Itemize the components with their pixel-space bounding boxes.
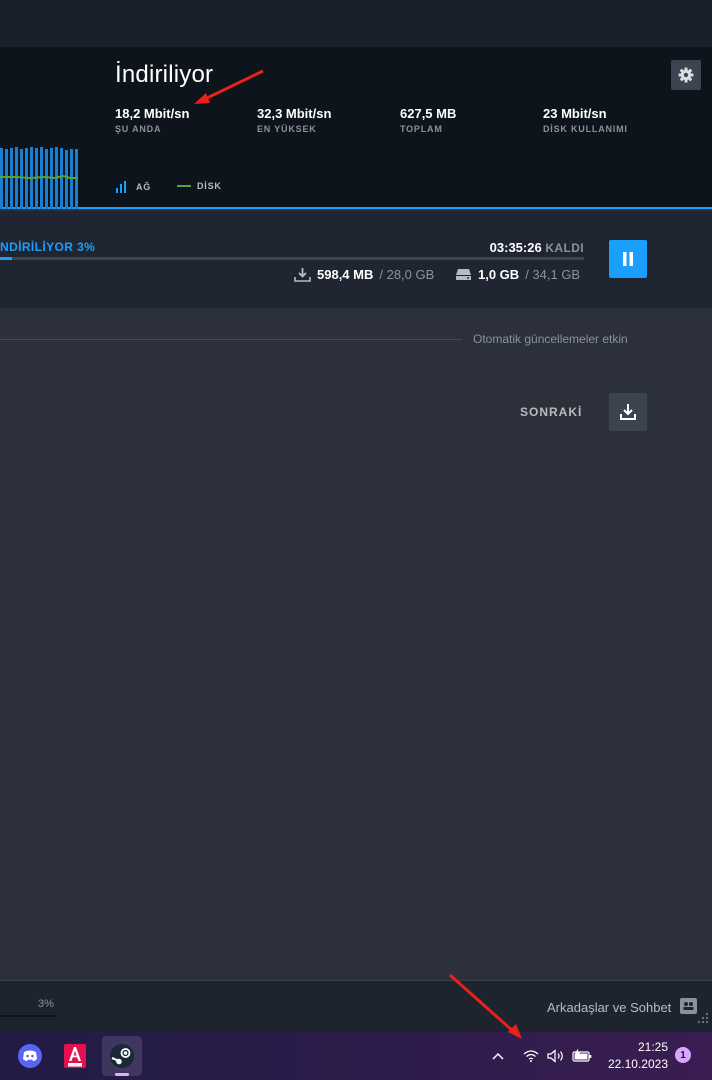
stat-disk-value: 23 Mbit/sn bbox=[543, 106, 607, 121]
time-remaining: 03:35:26 KALDI bbox=[478, 240, 584, 255]
download-stats-panel: İndiriliyor 18,2 Mbit/sn ŞU ANDA 32,3 Mb… bbox=[0, 47, 712, 209]
download-progress-bar bbox=[0, 257, 584, 260]
legend-network: AĞ bbox=[116, 181, 151, 193]
taskbar-autocad[interactable] bbox=[55, 1036, 95, 1076]
autocad-icon bbox=[64, 1044, 86, 1068]
system-clock[interactable]: 21:25 22.10.2023 bbox=[600, 1039, 668, 1073]
divider bbox=[0, 339, 462, 340]
top-bar bbox=[0, 0, 712, 47]
disk-written-amount: 1,0 GB bbox=[478, 267, 520, 282]
time-remaining-value: 03:35:26 bbox=[489, 240, 542, 255]
stats-title: İndiriliyor bbox=[115, 61, 214, 88]
speaker-icon bbox=[547, 1049, 563, 1063]
steam-bottom-bar: 3% Arkadaşlar ve Sohbet bbox=[0, 980, 712, 1032]
battery-button[interactable] bbox=[571, 1044, 593, 1068]
network-bars-icon bbox=[116, 181, 126, 193]
gear-icon bbox=[678, 67, 694, 83]
windows-taskbar: 21:25 22.10.2023 1 bbox=[0, 1032, 712, 1080]
hard-drive-icon bbox=[456, 269, 471, 280]
pause-icon bbox=[623, 252, 633, 266]
wifi-icon bbox=[523, 1050, 539, 1062]
stat-disk: 23 Mbit/sn DİSK KULLANIMI bbox=[543, 106, 628, 134]
download-progress-fill bbox=[0, 257, 12, 260]
active-download: NDİRİLİYOR 3% 03:35:26 KALDI 598,4 MB / … bbox=[0, 211, 712, 308]
stat-peak-label: EN YÜKSEK bbox=[257, 124, 317, 134]
disk-line-icon bbox=[177, 185, 191, 187]
volume-button[interactable] bbox=[545, 1044, 567, 1068]
time-remaining-suffix: KALDI bbox=[545, 241, 584, 255]
stat-total-value: 627,5 MB bbox=[400, 106, 457, 121]
downloaded-amount: 598,4 MB bbox=[317, 267, 374, 282]
taskbar-discord[interactable] bbox=[10, 1036, 50, 1076]
download-total: / 28,0 GB bbox=[379, 267, 435, 282]
stat-current: 18,2 Mbit/sn ŞU ANDA bbox=[115, 106, 189, 134]
friends-chat-button[interactable]: Arkadaşlar ve Sohbet bbox=[547, 1000, 671, 1015]
discord-icon bbox=[18, 1044, 42, 1068]
bottom-progress-bar bbox=[0, 1015, 56, 1017]
disk-total: / 34,1 GB bbox=[525, 267, 581, 282]
notification-badge[interactable]: 1 bbox=[675, 1047, 691, 1063]
resize-grip-icon[interactable] bbox=[697, 1011, 710, 1029]
chevron-up-icon bbox=[492, 1052, 504, 1060]
queue-download-button[interactable] bbox=[609, 393, 647, 431]
legend-network-label: AĞ bbox=[136, 182, 152, 192]
wifi-button[interactable] bbox=[521, 1044, 541, 1068]
auto-updates-status: Otomatik güncellemeler etkin bbox=[473, 332, 628, 346]
friends-icon[interactable] bbox=[680, 998, 697, 1014]
stat-current-label: ŞU ANDA bbox=[115, 124, 162, 134]
taskbar-steam[interactable] bbox=[102, 1036, 142, 1076]
active-app-indicator bbox=[115, 1073, 129, 1076]
next-section-label: SONRAKİ bbox=[520, 405, 583, 419]
stat-current-value: 18,2 Mbit/sn bbox=[115, 106, 190, 121]
download-settings-button[interactable] bbox=[671, 60, 701, 90]
stat-disk-label: DİSK KULLANIMI bbox=[543, 124, 628, 134]
stat-total: 627,5 MB TOPLAM bbox=[400, 106, 456, 134]
steam-icon bbox=[110, 1044, 134, 1068]
stat-peak: 32,3 Mbit/sn EN YÜKSEK bbox=[257, 106, 331, 134]
show-hidden-icons-button[interactable] bbox=[488, 1044, 508, 1068]
people-icon bbox=[683, 1002, 694, 1010]
stat-total-label: TOPLAM bbox=[400, 124, 443, 134]
battery-charging-icon bbox=[572, 1049, 592, 1062]
pause-button[interactable] bbox=[609, 240, 647, 278]
clock-date: 22.10.2023 bbox=[607, 1057, 668, 1071]
download-size: 598,4 MB / 28,0 GB bbox=[294, 267, 434, 282]
legend-disk: DİSK bbox=[177, 181, 222, 191]
download-icon bbox=[294, 268, 311, 282]
download-tray-icon bbox=[620, 404, 636, 420]
clock-time: 21:25 bbox=[637, 1040, 668, 1054]
legend-disk-label: DİSK bbox=[197, 181, 222, 191]
stat-peak-value: 32,3 Mbit/sn bbox=[257, 106, 332, 121]
disk-size: 1,0 GB / 34,1 GB bbox=[455, 267, 580, 282]
bottom-download-percent[interactable]: 3% bbox=[38, 998, 54, 1010]
network-graph bbox=[0, 147, 78, 209]
download-status: NDİRİLİYOR 3% bbox=[0, 240, 96, 254]
